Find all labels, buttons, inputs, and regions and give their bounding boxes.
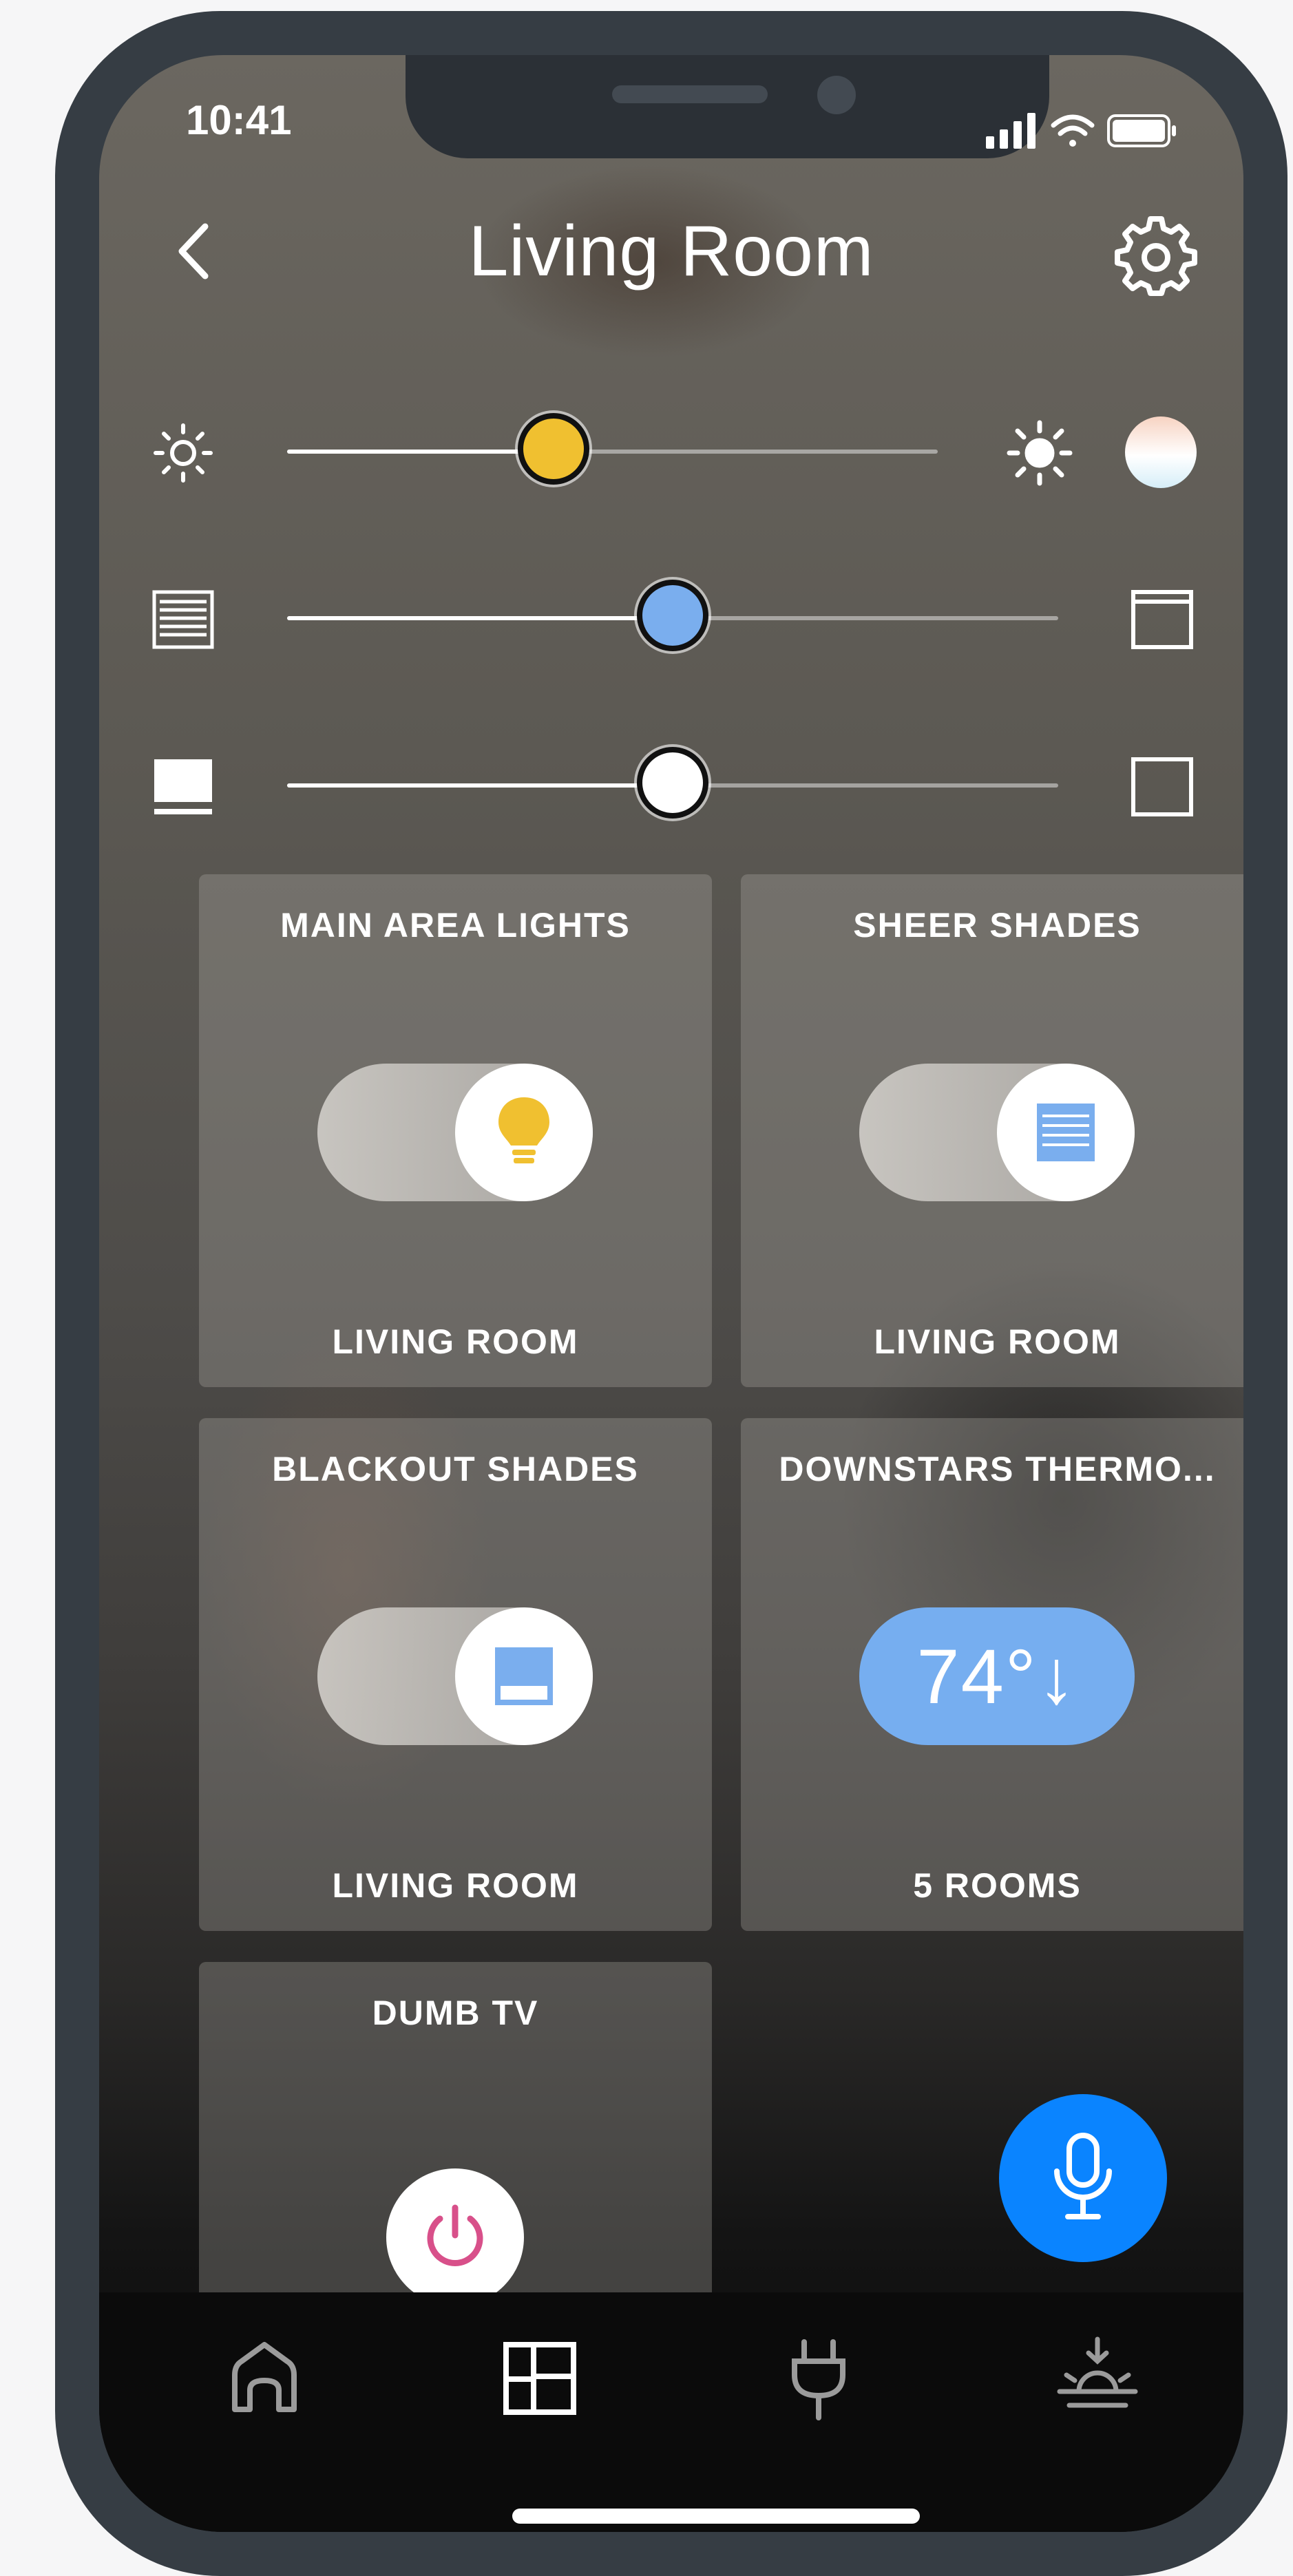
home-indicator[interactable]: [512, 2509, 920, 2524]
signal-icon: [986, 113, 1036, 149]
power-icon: [427, 2204, 483, 2266]
shade-blackout-icon: [495, 1647, 553, 1705]
page-title: Living Room: [468, 211, 874, 291]
sunrise-icon: [1057, 2336, 1138, 2408]
brightness-track-fill: [287, 450, 554, 454]
blackout-shades-slider-knob[interactable]: [637, 747, 708, 819]
shade-closed-icon: [1037, 1104, 1095, 1161]
tile-subtitle: LIVING ROOM: [332, 1322, 579, 1361]
window-open-icon: [1131, 757, 1193, 816]
tile-sheer-shades[interactable]: SHEER SHADES LIVING ROOM: [741, 874, 1243, 1387]
nav-header: Living Room: [99, 203, 1243, 299]
phone-frame: 10:41 Living Room MAIN AREA LIGHTS LIVIN…: [55, 11, 1287, 2576]
chevron-left-icon: [178, 223, 209, 279]
window-open-icon: [1131, 590, 1193, 649]
brightness-slider-knob[interactable]: [518, 413, 590, 485]
toggle-knob: [455, 1064, 593, 1201]
light-color-swatch[interactable]: [1125, 416, 1197, 488]
sheer-shades-slider-knob[interactable]: [637, 580, 708, 651]
lightbulb-icon: [498, 1097, 549, 1163]
tile-title: DOWNSTARS THERMO...: [779, 1450, 1216, 1488]
tile-dumb-tv[interactable]: DUMB TV: [199, 1962, 712, 2306]
tab-rooms[interactable]: [495, 2334, 585, 2423]
back-button[interactable]: [161, 217, 230, 286]
sheer-shades-slider-row: [99, 573, 1243, 662]
notch: [406, 55, 1049, 158]
status-icons: [986, 113, 1176, 149]
home-icon: [232, 2342, 297, 2412]
sheer-shades-toggle[interactable]: [859, 1064, 1135, 1201]
tile-blackout-shades[interactable]: BLACKOUT SHADES LIVING ROOM: [199, 1418, 712, 1931]
phone-screen: 10:41 Living Room MAIN AREA LIGHTS LIVIN…: [99, 55, 1243, 2532]
sheer-shades-track-fill: [287, 616, 673, 620]
status-time: 10:41: [186, 97, 292, 143]
tab-home[interactable]: [220, 2334, 309, 2423]
thermostat-temperature[interactable]: 74°↓: [859, 1607, 1135, 1745]
lights-toggle[interactable]: [317, 1064, 593, 1201]
toggle-knob: [997, 1064, 1135, 1201]
blackout-shades-slider-row: [99, 740, 1243, 830]
tile-subtitle: 5 ROOMS: [913, 1866, 1082, 1905]
tile-downstairs-thermostat[interactable]: DOWNSTARS THERMO... 74°↓ 5 ROOMS: [741, 1418, 1243, 1931]
microphone-icon: [1054, 2133, 1112, 2219]
tab-devices[interactable]: [774, 2334, 863, 2423]
gear-icon: [1115, 216, 1197, 296]
voice-assistant-button[interactable]: [999, 2094, 1167, 2262]
tv-power-button[interactable]: [386, 2168, 524, 2306]
rooms-icon: [503, 2342, 576, 2415]
blackout-shades-toggle[interactable]: [317, 1607, 593, 1745]
sun-bright-icon: [1007, 420, 1073, 486]
tile-subtitle: LIVING ROOM: [332, 1866, 579, 1905]
toggle-knob: [455, 1607, 593, 1745]
shade-blackout-icon: [154, 759, 212, 814]
tile-main-area-lights[interactable]: MAIN AREA LIGHTS LIVING ROOM: [199, 874, 712, 1387]
battery-icon: [1107, 114, 1176, 147]
tile-title: DUMB TV: [372, 1994, 539, 2032]
front-camera: [817, 76, 856, 114]
plug-icon: [792, 2339, 845, 2420]
tile-title: SHEER SHADES: [853, 906, 1142, 944]
blackout-shades-track-fill: [287, 783, 673, 788]
brightness-slider-row: [99, 406, 1243, 496]
tile-title: BLACKOUT SHADES: [272, 1450, 639, 1488]
shade-closed-icon: [152, 590, 214, 649]
sun-dim-icon: [154, 423, 213, 483]
tile-subtitle: LIVING ROOM: [874, 1322, 1121, 1361]
settings-button[interactable]: [1115, 213, 1197, 296]
wifi-icon: [1051, 114, 1095, 147]
brightness-track[interactable]: [287, 450, 938, 454]
tab-bar: [99, 2292, 1243, 2532]
tile-title: MAIN AREA LIGHTS: [280, 906, 631, 944]
speaker-grille: [612, 85, 768, 103]
tab-scenes[interactable]: [1053, 2334, 1142, 2423]
